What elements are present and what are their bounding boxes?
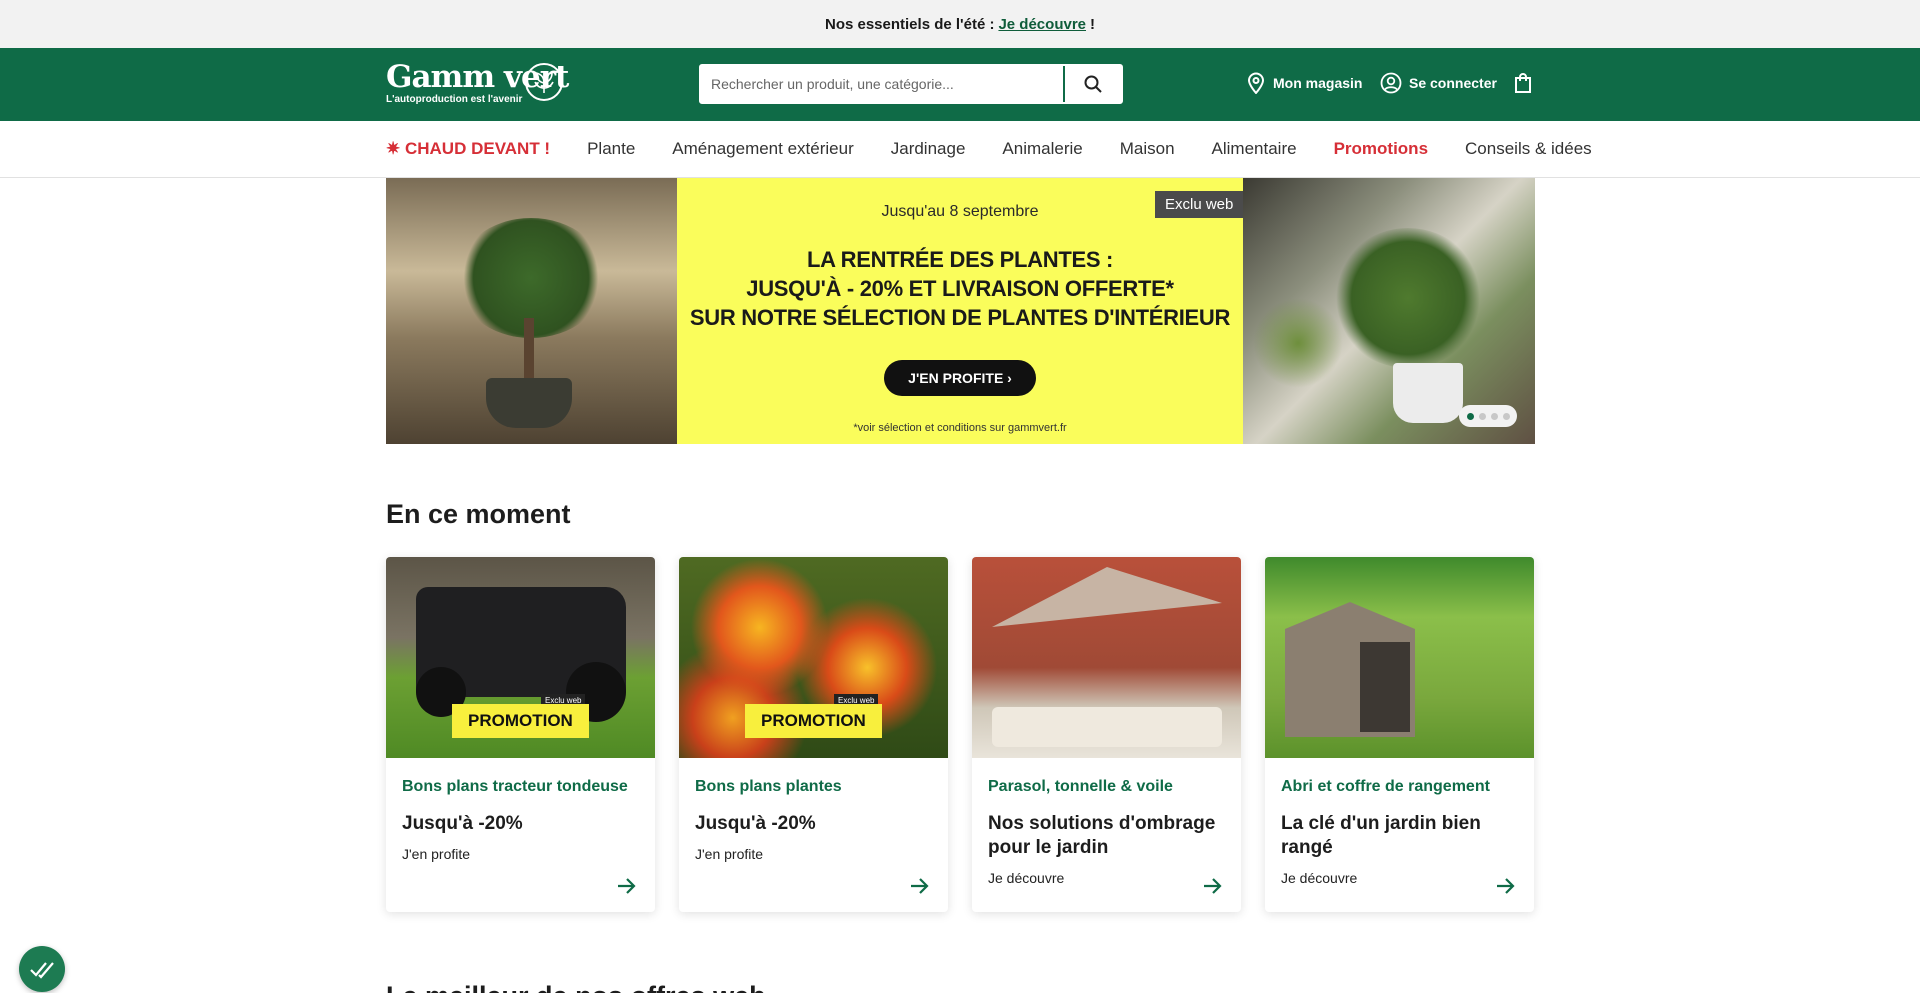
nav-item-conseils-idees[interactable]: Conseils & idées bbox=[1465, 139, 1592, 159]
nav-item-plante[interactable]: Plante bbox=[587, 139, 635, 159]
login-label: Se connecter bbox=[1409, 75, 1497, 91]
arrow-right-icon[interactable] bbox=[1203, 877, 1223, 895]
promo-card[interactable]: Exclu web PROMOTION Bons plans tracteur … bbox=[386, 557, 655, 912]
leaf-logo-icon bbox=[525, 63, 563, 101]
nav-item-maison[interactable]: Maison bbox=[1120, 139, 1175, 159]
card-link[interactable]: Je découvre bbox=[988, 870, 1225, 886]
announcement-bar: Nos essentiels de l'été : Je découvre ! bbox=[0, 0, 1920, 48]
hero-cta-button[interactable]: J'EN PROFITE › bbox=[884, 360, 1036, 396]
search-icon bbox=[1084, 75, 1102, 93]
card-category: Parasol, tonnelle & voile bbox=[988, 778, 1173, 795]
nav-item-alimentaire[interactable]: Alimentaire bbox=[1212, 139, 1297, 159]
logo[interactable]: Gamm vert L'autoproduction est l'avenir bbox=[386, 62, 569, 106]
consent-settings-button[interactable] bbox=[19, 946, 65, 992]
nav-item-jardinage[interactable]: Jardinage bbox=[891, 139, 966, 159]
card-image-tractor: Exclu web PROMOTION bbox=[386, 557, 655, 758]
announcement-suffix: ! bbox=[1090, 15, 1095, 33]
nav-item-promotions[interactable]: Promotions bbox=[1334, 139, 1428, 159]
carousel-dot[interactable] bbox=[1490, 412, 1498, 420]
nav-item-animalerie[interactable]: Animalerie bbox=[1002, 139, 1082, 159]
checkmarks-icon bbox=[30, 962, 54, 979]
carousel-dots bbox=[1459, 405, 1517, 427]
promo-card[interactable]: Exclu web PROMOTION Bons plans plantes J… bbox=[679, 557, 948, 912]
card-link[interactable]: J'en profite bbox=[695, 846, 932, 862]
carousel-dot[interactable] bbox=[1478, 412, 1486, 420]
card-category: Bons plans plantes bbox=[695, 778, 842, 795]
card-title: Jusqu'à -20% bbox=[695, 813, 816, 834]
card-title: Nos solutions d'ombrage pour le jardin bbox=[988, 813, 1216, 858]
carousel-dot[interactable] bbox=[1466, 412, 1474, 420]
main-navigation: ✷ CHAUD DEVANT ! Plante Aménagement exté… bbox=[0, 121, 1920, 178]
card-link[interactable]: Je découvre bbox=[1281, 870, 1518, 886]
nav-item-chaud-devant[interactable]: ✷ CHAUD DEVANT ! bbox=[386, 139, 550, 159]
section-title: En ce moment bbox=[386, 499, 571, 529]
card-category: Bons plans tracteur tondeuse bbox=[402, 778, 628, 795]
hero-image-bonsai bbox=[386, 178, 677, 444]
sun-icon: ✷ bbox=[386, 139, 405, 158]
card-image-shed bbox=[1265, 557, 1534, 758]
carousel-dot[interactable] bbox=[1502, 412, 1510, 420]
card-title: Jusqu'à -20% bbox=[402, 813, 523, 834]
hero-title: LA RENTRÉE DES PLANTES : JUSQU'À - 20% E… bbox=[689, 247, 1231, 330]
search-bar bbox=[699, 64, 1123, 104]
promotion-badge: PROMOTION bbox=[745, 704, 882, 738]
card-image-flowers: Exclu web PROMOTION bbox=[679, 557, 948, 758]
nav-item-amenagement-exterieur[interactable]: Aménagement extérieur bbox=[672, 139, 853, 159]
next-section-title: Le meilleur de nos offres web bbox=[386, 981, 766, 993]
store-label: Mon magasin bbox=[1273, 75, 1363, 91]
cart-button[interactable] bbox=[1513, 72, 1533, 99]
search-input[interactable] bbox=[701, 66, 1063, 102]
shopping-bag-icon bbox=[1515, 73, 1531, 93]
user-icon bbox=[1380, 72, 1402, 94]
card-title: La clé d'un jardin bien rangé bbox=[1281, 813, 1481, 858]
announcement-link[interactable]: Je découvre bbox=[998, 16, 1086, 33]
hero-banner[interactable]: Jusqu'au 8 septembre LA RENTRÉE DES PLAN… bbox=[386, 178, 1535, 444]
login-link[interactable]: Se connecter bbox=[1380, 72, 1497, 94]
location-pin-icon bbox=[1247, 72, 1265, 94]
promotion-badge: PROMOTION bbox=[452, 704, 589, 738]
promo-card[interactable]: Abri et coffre de rangement La clé d'un … bbox=[1265, 557, 1534, 912]
announcement-text: Nos essentiels de l'été : bbox=[824, 15, 995, 33]
card-link[interactable]: J'en profite bbox=[402, 846, 639, 862]
arrow-right-icon[interactable] bbox=[617, 877, 637, 895]
exclu-web-badge: Exclu web bbox=[1155, 191, 1244, 218]
search-button[interactable] bbox=[1063, 66, 1121, 102]
hero-footnote: *voir sélection et conditions sur gammve… bbox=[853, 422, 1067, 434]
card-image-parasol bbox=[972, 557, 1241, 758]
store-link[interactable]: Mon magasin bbox=[1246, 72, 1362, 94]
chevron-right-icon: › bbox=[1007, 370, 1012, 386]
arrow-right-icon[interactable] bbox=[1496, 877, 1516, 895]
card-category: Abri et coffre de rangement bbox=[1281, 778, 1490, 795]
arrow-right-icon[interactable] bbox=[910, 877, 930, 895]
promo-card[interactable]: Parasol, tonnelle & voile Nos solutions … bbox=[972, 557, 1241, 912]
site-header: Gamm vert L'autoproduction est l'avenir … bbox=[0, 48, 1920, 121]
